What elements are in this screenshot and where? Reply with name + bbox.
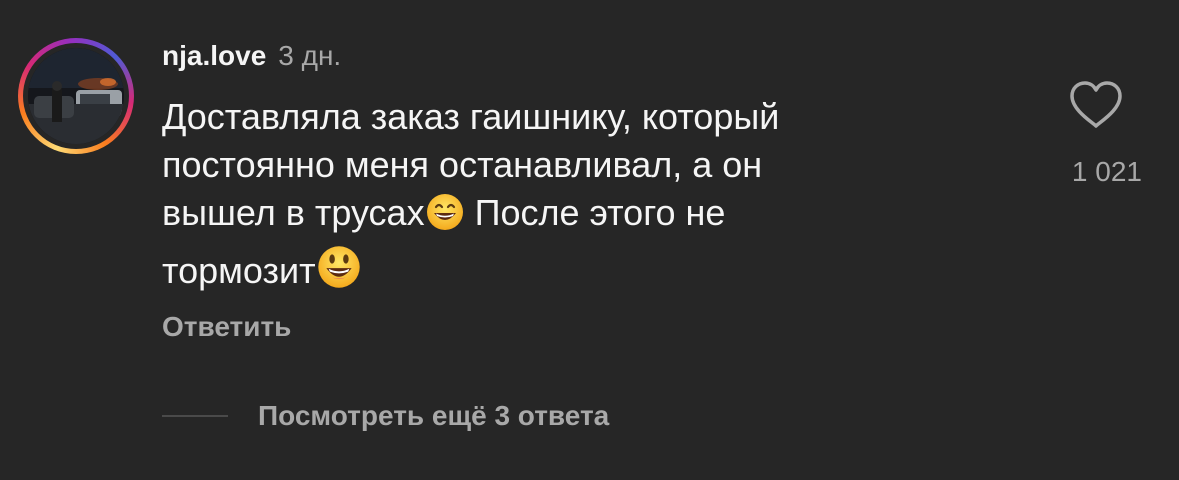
view-replies-label: Посмотреть ещё 3 ответа	[258, 400, 610, 431]
comment-header: nja.love 3 дн.	[162, 40, 341, 80]
smiley-emoji-icon	[316, 244, 362, 302]
comment-line: вышел в трусах После этого не	[162, 189, 962, 244]
comment-line: постоянно меня останавливал, а он	[162, 144, 763, 185]
grinning-smiling-eyes-emoji-icon	[425, 192, 465, 244]
like-count: 1 021	[1071, 156, 1142, 187]
comment-line: Доставляла заказ гаишнику, который	[162, 96, 780, 137]
replies-divider	[162, 415, 228, 417]
view-replies-button[interactable]: Посмотреть ещё 3 ответа	[162, 400, 609, 432]
heart-outline-icon	[1070, 81, 1122, 128]
avatar-story-ring[interactable]	[18, 38, 134, 154]
comment-fragment: вышел в трусах	[162, 192, 425, 233]
comment-text: Доставляла заказ гаишнику, который посто…	[162, 93, 962, 302]
comment-line: тормозит	[162, 244, 962, 302]
username[interactable]: nja.love	[162, 40, 266, 72]
comment-fragment: После этого не	[464, 192, 726, 233]
timestamp: 3 дн.	[278, 40, 342, 71]
avatar-photo	[28, 48, 124, 144]
like-button[interactable]	[1068, 80, 1124, 130]
reply-button[interactable]: Ответить	[162, 311, 291, 343]
avatar	[23, 43, 129, 149]
comment-fragment: тормозит	[162, 250, 316, 291]
avatar-image	[28, 48, 124, 144]
